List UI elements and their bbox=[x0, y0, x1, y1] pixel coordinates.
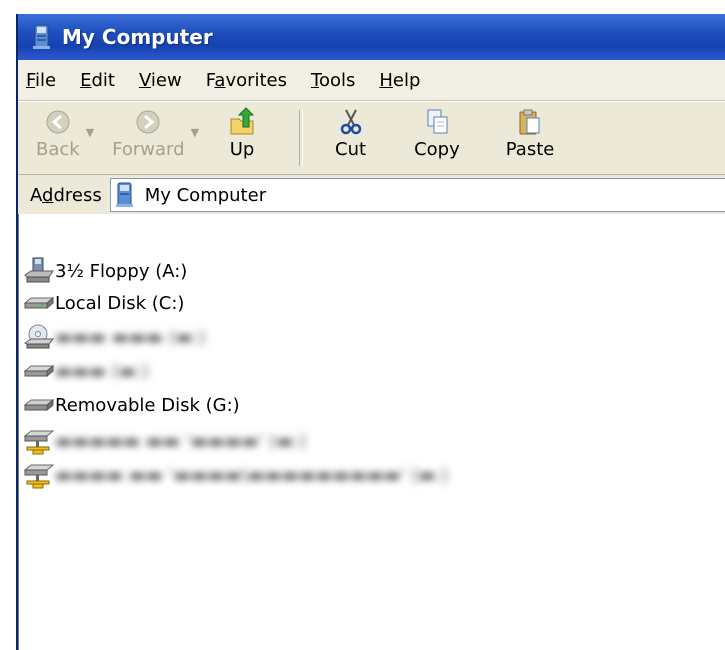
hard-disk-icon bbox=[23, 296, 55, 310]
back-label: Back bbox=[36, 139, 80, 160]
address-bar: Address My Computer bbox=[18, 175, 725, 217]
forward-button[interactable]: Forward bbox=[112, 107, 185, 169]
network-drive-icon bbox=[23, 464, 55, 489]
menu-edit[interactable]: Edit bbox=[72, 70, 125, 91]
file-list: 3½ Floppy (A:) Local Disk (C:) ▬▬▬ ▬▬▬ (… bbox=[18, 214, 725, 650]
address-label: Address bbox=[30, 184, 102, 206]
drive-label: Removable Disk (G:) bbox=[55, 394, 240, 416]
drive-label: Local Disk (C:) bbox=[55, 292, 185, 314]
address-field[interactable]: My Computer bbox=[109, 178, 725, 212]
menu-bar: File Edit View Favorites Tools Help bbox=[18, 60, 725, 101]
back-button[interactable]: Back bbox=[36, 107, 80, 169]
title-bar[interactable]: My Computer bbox=[18, 14, 725, 60]
list-item[interactable]: ▬▬▬▬ ▬▬ '▬▬▬▬\▬▬▬▬▬▬▬▬▬' (▬:) bbox=[23, 460, 448, 490]
forward-label: Forward bbox=[112, 139, 185, 160]
address-value: My Computer bbox=[144, 184, 267, 206]
list-item[interactable]: Local Disk (C:) bbox=[23, 288, 184, 318]
forward-arrow-icon bbox=[136, 110, 160, 134]
explorer-window: My Computer File Edit View Favorites Too… bbox=[16, 14, 725, 650]
window-title: My Computer bbox=[62, 25, 213, 49]
paste-button[interactable]: Paste bbox=[505, 107, 555, 169]
toolbar-separator bbox=[299, 110, 304, 166]
scissors-icon bbox=[340, 109, 361, 135]
floppy-drive-icon bbox=[24, 257, 54, 283]
my-computer-icon bbox=[33, 24, 50, 49]
obscured-label: ▬▬▬▬ ▬▬ '▬▬▬▬\▬▬▬▬▬▬▬▬▬' (▬:) bbox=[55, 464, 449, 486]
menu-tools[interactable]: Tools bbox=[303, 70, 365, 91]
removable-disk-icon bbox=[23, 398, 55, 412]
menu-help[interactable]: Help bbox=[371, 70, 430, 91]
back-arrow-icon bbox=[46, 110, 70, 134]
up-button[interactable]: Up bbox=[227, 107, 257, 169]
cd-drive-icon bbox=[24, 324, 55, 349]
my-computer-icon bbox=[115, 182, 133, 207]
copy-button[interactable]: Copy bbox=[414, 107, 460, 169]
obscured-label: ▬▬▬▬▬ ▬▬ '▬▬▬▬' (▬:) bbox=[55, 430, 307, 452]
copy-icon bbox=[427, 109, 448, 134]
list-item[interactable]: ▬▬▬ (▬:) bbox=[23, 356, 149, 386]
obscured-label: ▬▬▬ (▬:) bbox=[55, 360, 149, 382]
paste-clipboard-icon bbox=[519, 109, 540, 135]
list-item[interactable]: Removable Disk (G:) bbox=[23, 390, 240, 420]
list-item[interactable]: ▬▬▬▬▬ ▬▬ '▬▬▬▬' (▬:) bbox=[23, 426, 306, 456]
menu-view[interactable]: View bbox=[131, 70, 192, 91]
up-folder-icon bbox=[230, 107, 255, 135]
list-item[interactable]: 3½ Floppy (A:) bbox=[23, 256, 187, 286]
cut-label: Cut bbox=[335, 139, 367, 160]
obscured-label: ▬▬▬ ▬▬▬ (▬:) bbox=[55, 326, 206, 348]
drive-label: 3½ Floppy (A:) bbox=[55, 260, 188, 282]
menu-file[interactable]: File bbox=[18, 70, 66, 91]
menu-favorites[interactable]: Favorites bbox=[198, 70, 297, 91]
up-label: Up bbox=[229, 139, 255, 160]
standard-toolbar: Back ▼ Forward ▼ Up Cut Copy Paste bbox=[18, 101, 725, 175]
forward-dropdown-icon[interactable]: ▼ bbox=[191, 126, 199, 139]
list-item[interactable]: ▬▬▬ ▬▬▬ (▬:) bbox=[23, 322, 206, 352]
back-dropdown-icon[interactable]: ▼ bbox=[86, 126, 94, 139]
copy-label: Copy bbox=[414, 139, 460, 160]
cut-button[interactable]: Cut bbox=[335, 107, 366, 169]
paste-label: Paste bbox=[505, 139, 555, 160]
network-drive-icon bbox=[23, 430, 55, 455]
hard-disk-icon bbox=[23, 364, 55, 378]
